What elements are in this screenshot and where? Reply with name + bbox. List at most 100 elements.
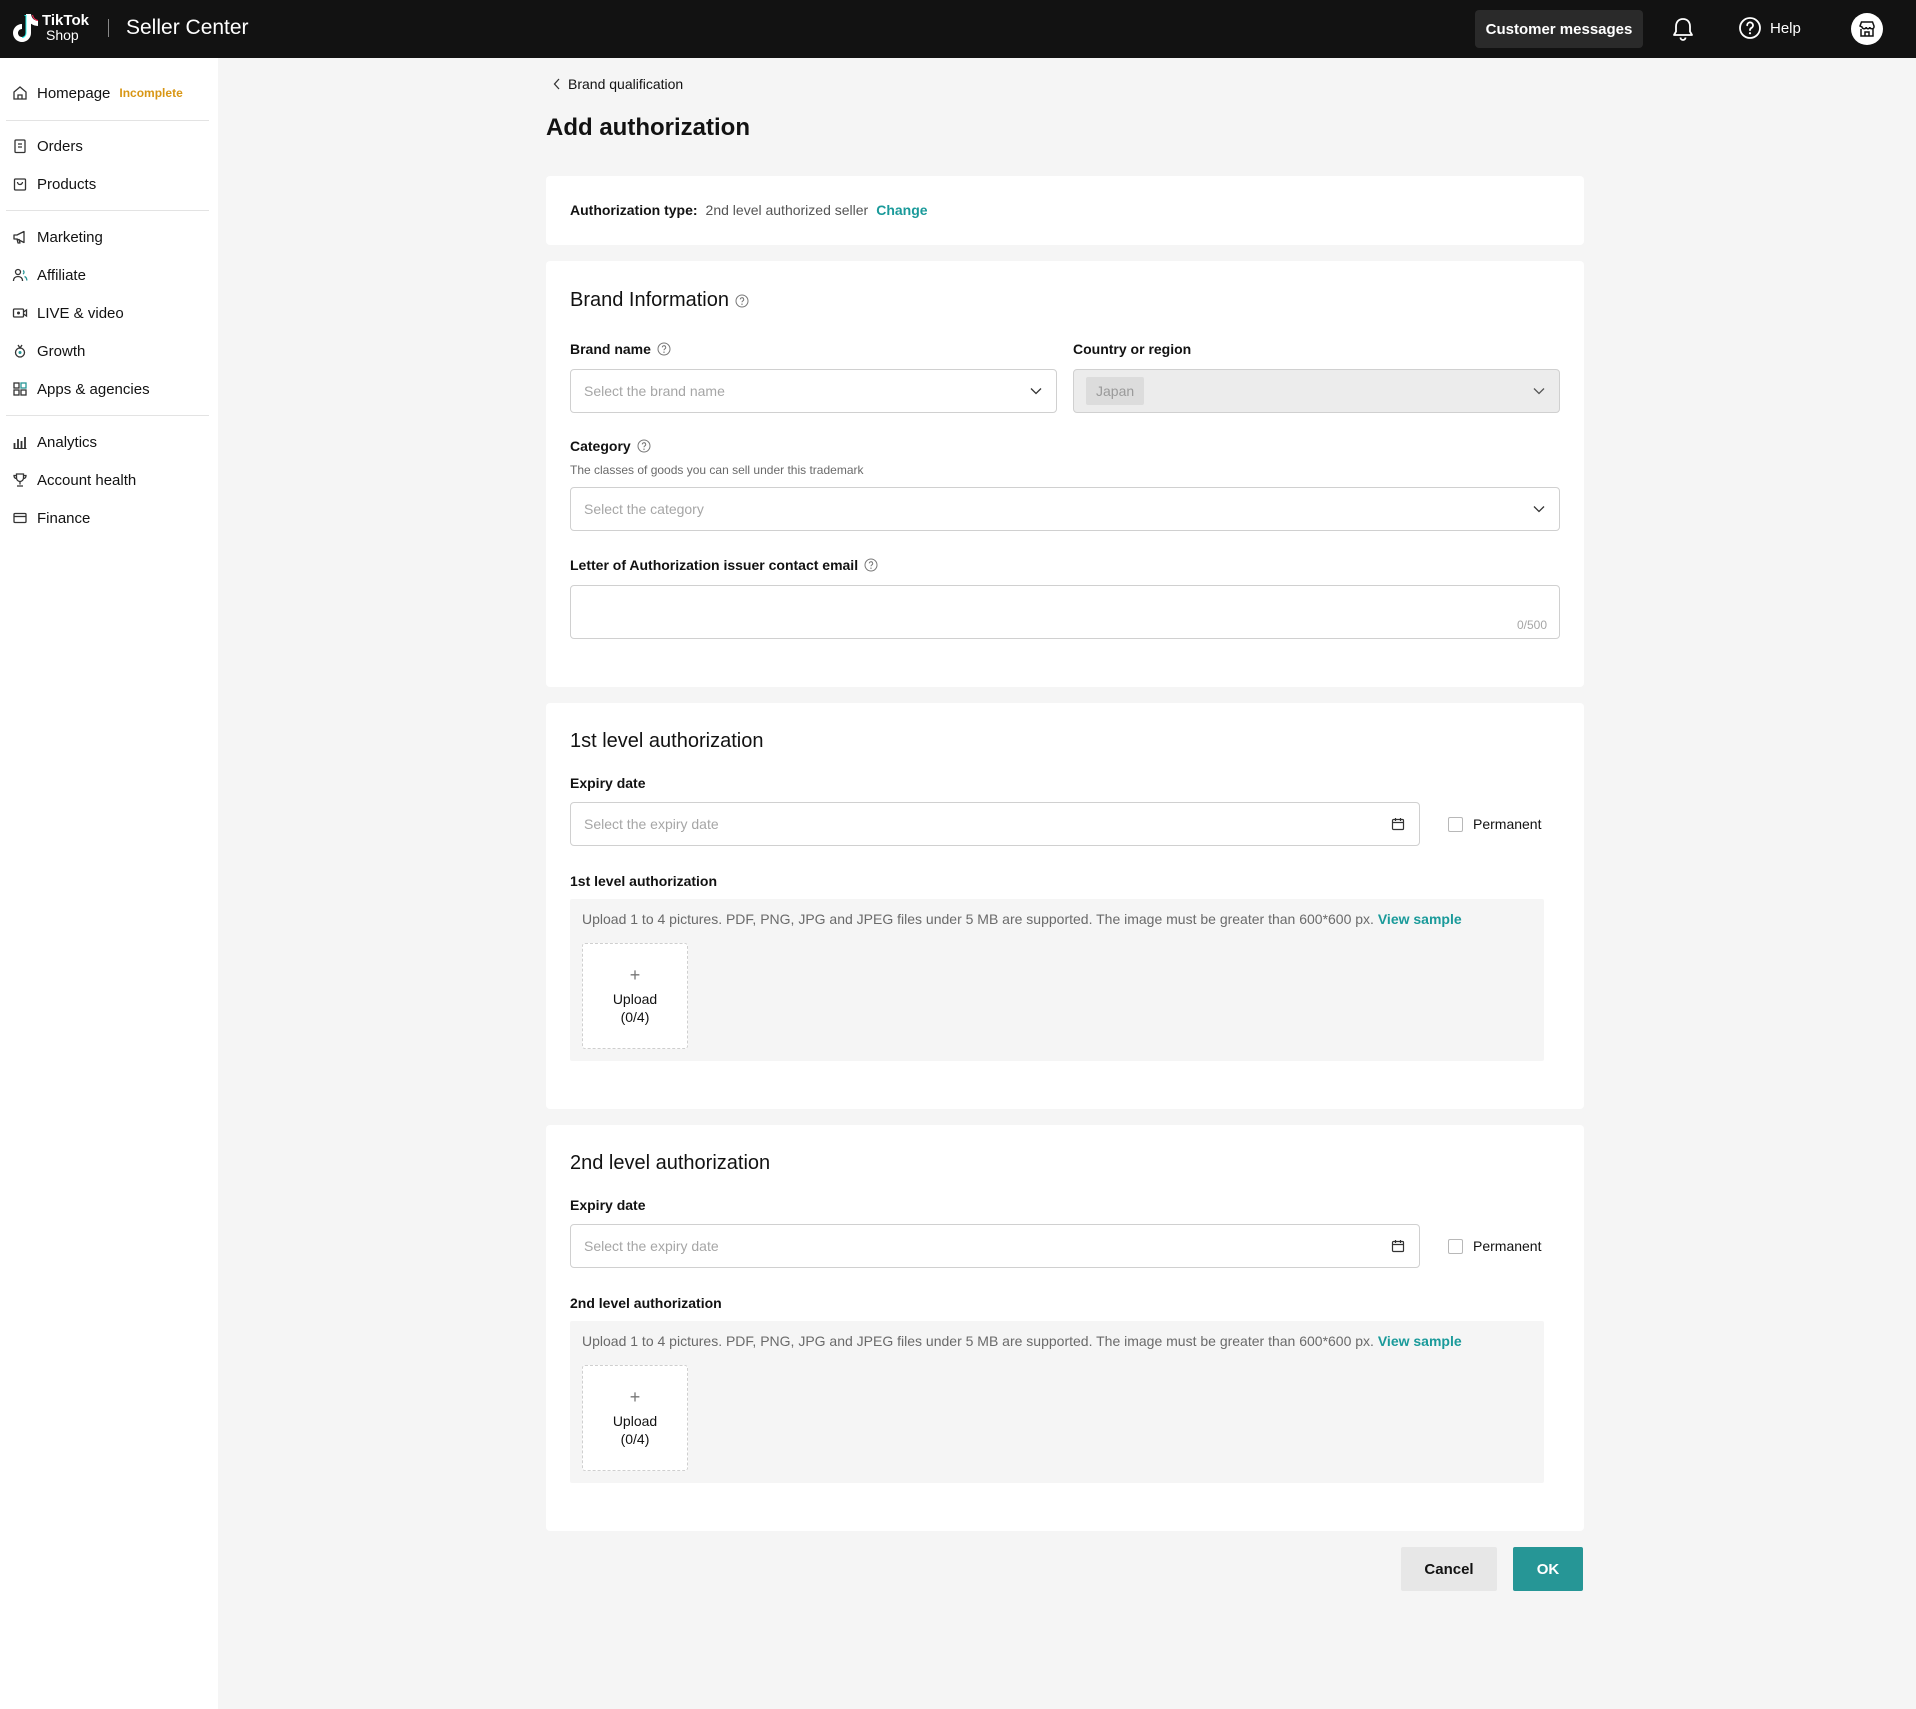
- expiry-date-picker[interactable]: Select the expiry date: [570, 1224, 1420, 1268]
- analytics-icon: [13, 437, 27, 449]
- upload-area: Upload 1 to 4 pictures. PDF, PNG, JPG an…: [570, 899, 1544, 1061]
- info-icon[interactable]: [657, 342, 671, 356]
- sidebar-item-finance[interactable]: Finance: [12, 506, 90, 530]
- chevron-down-icon: [1533, 506, 1545, 513]
- bell-icon[interactable]: [1670, 16, 1696, 42]
- sidebar-item-label: Growth: [37, 342, 86, 360]
- info-icon[interactable]: [637, 439, 651, 453]
- chevron-left-icon: [553, 78, 560, 90]
- authorization-type-card: Authorization type: 2nd level authorized…: [546, 176, 1584, 245]
- top-bar: TikTok Shop Seller Center Customer messa…: [0, 0, 1916, 58]
- category-select[interactable]: Select the category: [570, 487, 1560, 531]
- country-region-label: Country or region: [1073, 341, 1192, 357]
- sidebar-item-analytics[interactable]: Analytics: [12, 430, 97, 454]
- permanent-checkbox[interactable]: Permanent: [1448, 816, 1541, 832]
- sidebar-item-marketing[interactable]: Marketing: [12, 225, 103, 249]
- second-level-authorization-card: 2nd level authorization Expiry date Sele…: [546, 1125, 1584, 1531]
- breadcrumb[interactable]: Brand qualification: [553, 76, 683, 92]
- affiliate-icon: [12, 268, 28, 282]
- app-name: Seller Center: [126, 16, 249, 39]
- ok-button[interactable]: OK: [1513, 1547, 1583, 1591]
- help-button[interactable]: Help: [1738, 16, 1801, 40]
- sidebar-item-label: Marketing: [37, 228, 103, 246]
- expiry-date-label: Expiry date: [570, 1197, 646, 1213]
- checkbox-label: Permanent: [1473, 1238, 1542, 1254]
- chevron-down-icon: [1533, 388, 1545, 395]
- sidebar-item-products[interactable]: Products: [12, 172, 96, 196]
- country-region-select: Japan: [1073, 369, 1560, 413]
- sidebar-item-label: Apps & agencies: [37, 380, 150, 398]
- sidebar-item-label: Orders: [37, 137, 83, 155]
- status-badge: Incomplete: [119, 86, 183, 100]
- sidebar-item-homepage[interactable]: Homepage Incomplete: [12, 81, 183, 105]
- brand-information-heading: Brand Information: [570, 289, 749, 312]
- info-icon[interactable]: [864, 558, 878, 572]
- live-video-icon: [12, 308, 28, 318]
- authorization-type-value: 2nd level authorized seller: [705, 202, 869, 218]
- sidebar-item-live-video[interactable]: LIVE & video: [12, 301, 124, 325]
- section-title: 2nd level authorization: [570, 1152, 771, 1174]
- brand-name-select[interactable]: Select the brand name: [570, 369, 1057, 413]
- change-authorization-type-link[interactable]: Change: [876, 202, 927, 218]
- help-icon: [1739, 17, 1761, 39]
- sidebar-item-growth[interactable]: Growth: [12, 339, 85, 363]
- page-title: Add authorization: [546, 114, 750, 141]
- first-level-authorization-card: 1st level authorization Expiry date Sele…: [546, 703, 1584, 1109]
- view-sample-link[interactable]: View sample: [1378, 1333, 1462, 1349]
- label-text: Category: [570, 438, 631, 454]
- sidebar-divider: [6, 415, 209, 416]
- cancel-button[interactable]: Cancel: [1401, 1547, 1497, 1591]
- category-hint: The classes of goods you can sell under …: [570, 463, 864, 477]
- products-icon: [13, 178, 27, 191]
- sidebar-item-orders[interactable]: Orders: [12, 134, 83, 158]
- upload-count: (0/4): [620, 1009, 650, 1025]
- sidebar-item-label: Homepage: [37, 84, 111, 102]
- tiktok-shop-logo[interactable]: TikTok Shop: [12, 12, 89, 44]
- store-avatar[interactable]: [1851, 13, 1883, 45]
- upload-label: 2nd level authorization: [570, 1295, 722, 1311]
- section-title: 1st level authorization: [570, 730, 764, 752]
- info-icon[interactable]: [735, 294, 749, 308]
- megaphone-icon: [13, 230, 25, 244]
- upload-requirements: Upload 1 to 4 pictures. PDF, PNG, JPG an…: [582, 911, 1374, 927]
- expiry-date-label: Expiry date: [570, 775, 646, 791]
- plus-icon: +: [629, 965, 641, 985]
- sidebar-item-label: Finance: [37, 509, 91, 527]
- logo-text-shop: Shop: [46, 27, 79, 43]
- sidebar: Homepage Incomplete Orders Products Mark…: [0, 58, 218, 1709]
- category-label: Category: [570, 438, 651, 454]
- sidebar-item-label: LIVE & video: [37, 304, 124, 322]
- sidebar-divider: [6, 210, 209, 211]
- sidebar-item-label: Affiliate: [37, 266, 86, 284]
- sidebar-item-label: Account health: [37, 471, 137, 489]
- label-text: Brand name: [570, 341, 651, 357]
- plus-icon: +: [629, 1387, 641, 1407]
- trophy-icon: [13, 473, 27, 487]
- growth-icon: [14, 344, 26, 358]
- upload-button[interactable]: + Upload (0/4): [582, 1365, 688, 1471]
- expiry-date-picker[interactable]: Select the expiry date: [570, 802, 1420, 846]
- brand-information-card: Brand Information Brand name Select the …: [546, 261, 1584, 687]
- issuer-email-input[interactable]: 0/500: [570, 585, 1560, 639]
- finance-icon: [13, 512, 27, 524]
- category-placeholder: Select the category: [584, 501, 704, 517]
- upload-note: Upload 1 to 4 pictures. PDF, PNG, JPG an…: [582, 911, 1462, 927]
- brand-name-placeholder: Select the brand name: [584, 383, 725, 399]
- upload-label: 1st level authorization: [570, 873, 718, 889]
- sidebar-item-label: Products: [37, 175, 97, 193]
- country-tag: Japan: [1086, 377, 1145, 405]
- permanent-checkbox[interactable]: Permanent: [1448, 1238, 1541, 1254]
- breadcrumb-label: Brand qualification: [568, 76, 684, 92]
- sidebar-item-account-health[interactable]: Account health: [12, 468, 136, 492]
- upload-area: Upload 1 to 4 pictures. PDF, PNG, JPG an…: [570, 1321, 1544, 1483]
- upload-button[interactable]: + Upload (0/4): [582, 943, 688, 1049]
- sidebar-item-label: Analytics: [37, 433, 98, 451]
- chevron-down-icon: [1030, 388, 1042, 395]
- upload-label-text: Upload: [612, 1413, 658, 1429]
- view-sample-link[interactable]: View sample: [1378, 911, 1462, 927]
- sidebar-item-affiliate[interactable]: Affiliate: [12, 263, 86, 287]
- customer-messages-button[interactable]: Customer messages: [1475, 10, 1643, 48]
- authorization-type-label: Authorization type:: [570, 202, 698, 218]
- sidebar-item-apps-agencies[interactable]: Apps & agencies: [12, 377, 150, 401]
- checkbox-box: [1448, 816, 1463, 832]
